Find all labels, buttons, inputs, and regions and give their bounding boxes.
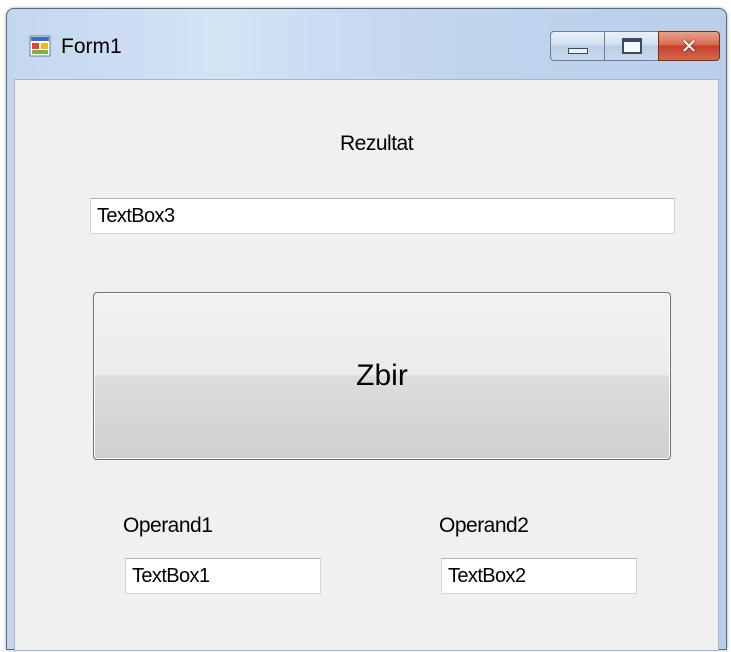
minimize-button[interactable] xyxy=(550,31,604,61)
maximize-button[interactable] xyxy=(604,31,658,61)
operand2-textbox[interactable] xyxy=(441,558,637,594)
window-title: Form1 xyxy=(61,35,122,58)
operand1-textbox[interactable] xyxy=(125,558,321,594)
form-client-area: Rezultat Zbir Operand1 Operand2 xyxy=(14,79,719,651)
operand1-label: Operand1 xyxy=(123,514,213,537)
sum-button[interactable]: Zbir xyxy=(93,292,671,460)
close-icon: ✕ xyxy=(680,34,698,58)
minimize-icon xyxy=(567,48,588,54)
close-button[interactable]: ✕ xyxy=(658,31,720,61)
operand2-label: Operand2 xyxy=(439,514,529,537)
title-bar[interactable]: Form1 ✕ xyxy=(7,9,726,79)
caption-buttons: ✕ xyxy=(550,31,720,61)
form1-window: Form1 ✕ Rezultat Zbir Operand1 Operand2 xyxy=(6,8,727,651)
result-label: Rezultat xyxy=(340,132,414,155)
form-app-icon xyxy=(29,35,51,57)
result-textbox[interactable] xyxy=(90,198,675,234)
maximize-icon xyxy=(621,38,642,54)
